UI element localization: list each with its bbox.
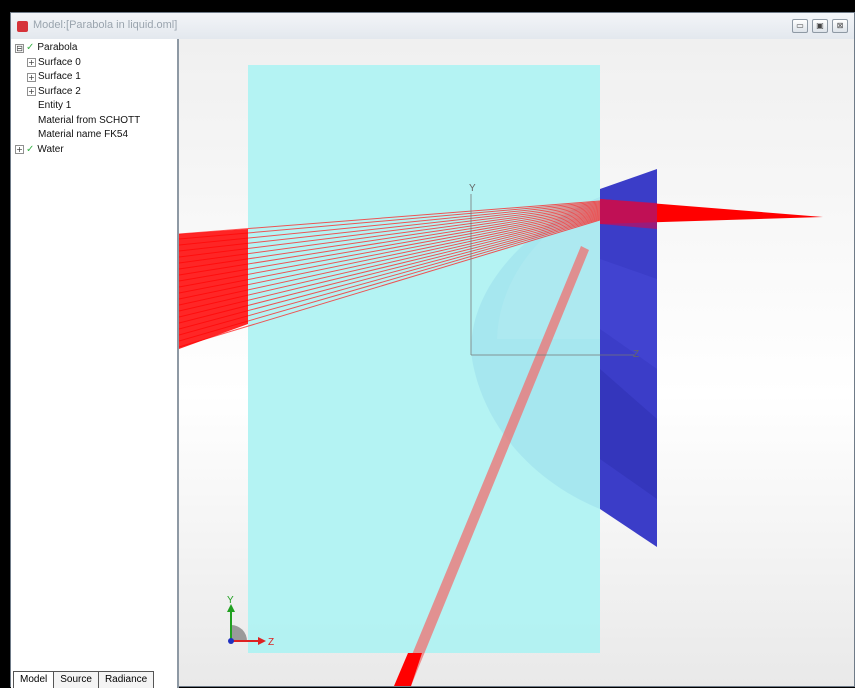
model-window: Model:[Parabola in liquid.oml] ▭ ▣ ⊠ ⊟ ✓… bbox=[10, 12, 855, 688]
z-axis-label: Z bbox=[633, 349, 639, 360]
check-icon: ✓ bbox=[26, 143, 35, 155]
expand-icon[interactable]: + bbox=[27, 72, 36, 82]
close-button[interactable]: ⊠ bbox=[832, 19, 848, 33]
title-bar[interactable]: Model:[Parabola in liquid.oml] ▭ ▣ ⊠ bbox=[11, 13, 854, 40]
y-axis-label: Y bbox=[469, 183, 476, 194]
model-tree-panel: ⊟ ✓ Parabola + Surface 0 + Surface 1 + S… bbox=[11, 39, 179, 688]
tree-item-water[interactable]: + ✓ Water bbox=[15, 143, 140, 158]
tree-item-label: Surface 0 bbox=[38, 56, 81, 68]
tree-item-label: Surface 1 bbox=[38, 71, 81, 83]
check-icon: ✓ bbox=[26, 42, 35, 54]
tab-radiance[interactable]: Radiance bbox=[97, 671, 155, 688]
tree-item-entity-1[interactable]: Entity 1 bbox=[15, 99, 140, 114]
expand-icon[interactable]: + bbox=[27, 58, 36, 68]
tree-item-label: Parabola bbox=[37, 42, 78, 54]
tree-item-material-name[interactable]: Material name FK54 bbox=[15, 128, 140, 143]
triad-y-label: Y bbox=[227, 595, 234, 606]
tree-item-surface-1[interactable]: + Surface 1 bbox=[15, 70, 140, 85]
tree-item-label: Material from SCHOTT bbox=[38, 114, 141, 126]
collapse-icon[interactable]: ⊟ bbox=[15, 43, 24, 53]
triad-z-label: Z bbox=[268, 637, 274, 648]
tree-item-material-from[interactable]: Material from SCHOTT bbox=[15, 114, 140, 129]
reflected-ray-exit bbox=[394, 653, 422, 686]
tree-item-label: Surface 2 bbox=[38, 85, 81, 97]
ray-cone-overlap bbox=[600, 199, 657, 229]
expand-icon[interactable]: + bbox=[27, 87, 36, 97]
window-title: Model:[Parabola in liquid.oml] bbox=[33, 19, 178, 31]
3d-viewport[interactable]: Y Z Y Z bbox=[179, 39, 854, 686]
model-tree: ⊟ ✓ Parabola + Surface 0 + Surface 1 + S… bbox=[15, 41, 140, 157]
expand-icon[interactable]: + bbox=[15, 145, 24, 155]
tree-item-label: Entity 1 bbox=[38, 100, 72, 112]
restore-button[interactable]: ▣ bbox=[812, 19, 828, 33]
tab-source[interactable]: Source bbox=[53, 671, 99, 688]
tree-item-label: Water bbox=[37, 143, 64, 155]
app-icon bbox=[17, 21, 28, 32]
ray-bundle-dense bbox=[179, 229, 248, 349]
tab-model[interactable]: Model bbox=[13, 671, 55, 688]
panel-tabs: Model Source Radiance bbox=[13, 671, 155, 688]
tree-item-surface-2[interactable]: + Surface 2 bbox=[15, 85, 140, 100]
minimize-button[interactable]: ▭ bbox=[792, 19, 808, 33]
scene-svg: Y Z Y Z bbox=[179, 65, 823, 686]
tree-item-label: Material name FK54 bbox=[38, 129, 129, 141]
tree-item-surface-0[interactable]: + Surface 0 bbox=[15, 56, 140, 71]
tree-item-parabola[interactable]: ⊟ ✓ Parabola bbox=[15, 41, 140, 56]
